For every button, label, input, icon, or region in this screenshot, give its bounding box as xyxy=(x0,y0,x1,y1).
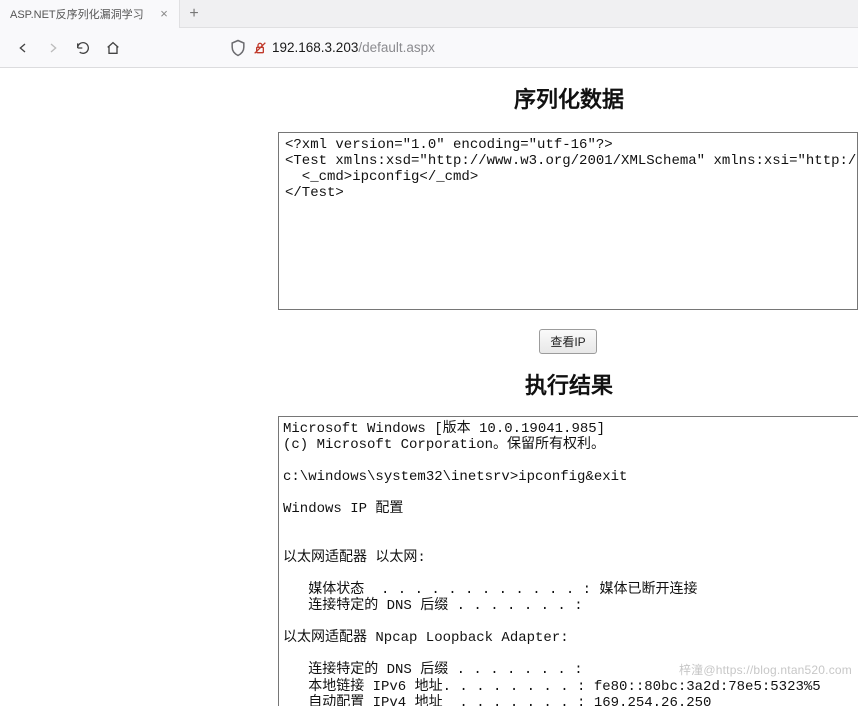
home-button[interactable] xyxy=(98,33,128,63)
xml-input[interactable] xyxy=(278,132,858,310)
watermark-text: 梓潼@https://blog.ntan520.com xyxy=(679,661,852,678)
reload-button[interactable] xyxy=(68,33,98,63)
url-path: /default.aspx xyxy=(358,40,435,55)
shield-icon xyxy=(228,38,248,58)
forward-button[interactable] xyxy=(38,33,68,63)
page-content: 序列化数据 查看IP 执行结果 Microsoft Windows [版本 10… xyxy=(0,68,858,706)
heading-result: 执行结果 xyxy=(280,368,858,400)
back-button[interactable] xyxy=(8,33,38,63)
lookup-ip-button[interactable]: 查看IP xyxy=(539,329,596,354)
browser-tab-strip: ASP.NET反序列化漏洞学习 × + xyxy=(0,0,858,28)
close-icon[interactable]: × xyxy=(157,7,171,21)
browser-tab-active[interactable]: ASP.NET反序列化漏洞学习 × xyxy=(0,0,180,28)
url-host: 192.168.3.203 xyxy=(272,40,358,55)
tab-title: ASP.NET反序列化漏洞学习 xyxy=(10,6,151,22)
insecure-lock-icon xyxy=(252,40,268,56)
url-bar[interactable]: 192.168.3.203/default.aspx xyxy=(228,38,850,58)
browser-toolbar: 192.168.3.203/default.aspx xyxy=(0,28,858,68)
heading-serialize: 序列化数据 xyxy=(280,82,858,114)
new-tab-button[interactable]: + xyxy=(180,0,208,28)
